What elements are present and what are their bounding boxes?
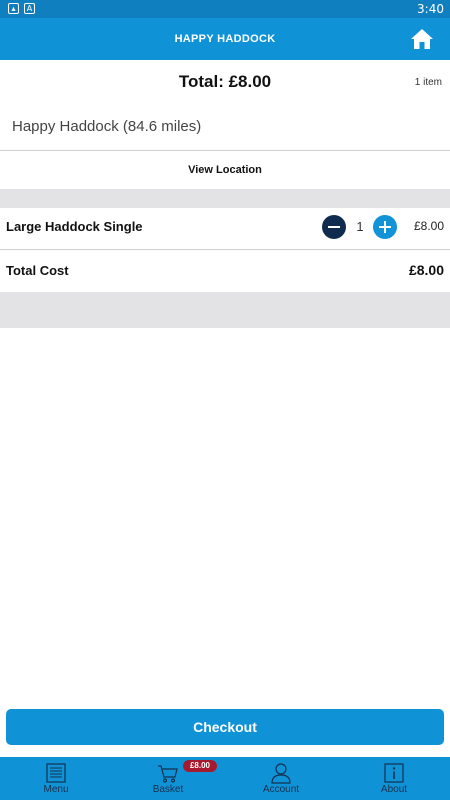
info-icon [384, 763, 404, 783]
item-price: £8.00 [413, 219, 444, 233]
basket-total-row: Total: £8.00 1 item [0, 60, 450, 104]
a-icon: A [24, 3, 35, 14]
status-time: 3:40 [417, 2, 444, 16]
item-name: Large Haddock Single [6, 219, 143, 234]
nav-label-menu: Menu [43, 784, 69, 795]
item-count: 1 item [414, 77, 442, 88]
shop-name: Happy Haddock (84.6 miles) [12, 118, 202, 135]
bottom-nav: Menu Basket Account About [0, 757, 450, 800]
home-button[interactable] [410, 28, 434, 50]
nav-item-menu[interactable]: Menu [0, 757, 112, 800]
nav-item-account[interactable]: Account [225, 757, 337, 800]
view-location-button[interactable]: View Location [0, 151, 450, 189]
app-bar: HAPPY HADDOCK [0, 18, 450, 60]
basket-line-item: Large Haddock Single 1 £8.00 [0, 208, 450, 249]
status-icons: ▴ A [8, 3, 35, 14]
total-cost-row: Total Cost £8.00 [0, 250, 450, 292]
increase-quantity-button[interactable] [373, 215, 397, 239]
nav-label-about: About [380, 784, 408, 795]
home-icon [411, 29, 433, 49]
basket-total: Total: £8.00 [178, 72, 272, 91]
account-icon [271, 763, 291, 784]
basket-icon [158, 765, 178, 783]
section-spacer [0, 292, 450, 328]
item-quantity: 1 [356, 219, 364, 234]
total-cost-value: £8.00 [408, 262, 444, 278]
nav-label-basket: Basket [152, 784, 184, 795]
menu-book-icon [46, 763, 66, 783]
checkout-button[interactable]: Checkout [6, 709, 444, 745]
total-cost-label: Total Cost [6, 263, 69, 278]
app-title: HAPPY HADDOCK [174, 33, 276, 45]
status-bar: ▴ A 3:40 [0, 0, 450, 18]
image-icon: ▴ [8, 3, 19, 14]
basket-total-badge: £8.00 [183, 760, 217, 772]
decrease-quantity-button[interactable] [322, 215, 346, 239]
nav-item-about[interactable]: About [338, 757, 450, 800]
section-spacer [0, 189, 450, 208]
nav-label-account: Account [262, 784, 300, 795]
